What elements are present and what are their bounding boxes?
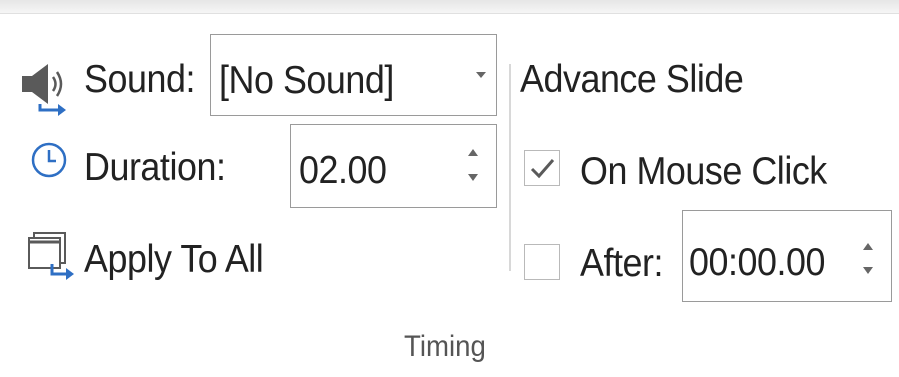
duration-spinbox[interactable]: 02.00 xyxy=(290,124,497,208)
sound-dropdown[interactable]: [No Sound] xyxy=(210,34,497,116)
spin-up-icon[interactable] xyxy=(468,149,478,156)
group-divider xyxy=(509,64,511,271)
chevron-down-icon[interactable] xyxy=(476,72,486,78)
after-checkbox[interactable] xyxy=(524,244,560,280)
after-time-value: 00:00.00 xyxy=(689,241,825,284)
duration-label: Duration: xyxy=(84,146,226,189)
group-title: Timing xyxy=(404,330,486,363)
clock-icon xyxy=(29,140,69,185)
checkmark-icon xyxy=(530,158,554,178)
advance-slide-heading: Advance Slide xyxy=(520,58,744,101)
sound-dropdown-value: [No Sound] xyxy=(219,59,394,102)
duration-value: 02.00 xyxy=(299,149,387,192)
after-time-spinbox[interactable]: 00:00.00 xyxy=(682,210,892,302)
sound-label: Sound: xyxy=(84,58,195,101)
spin-up-icon[interactable] xyxy=(863,243,873,250)
after-label: After: xyxy=(580,242,663,285)
on-mouse-click-label: On Mouse Click xyxy=(580,150,827,193)
spin-down-icon[interactable] xyxy=(863,267,873,274)
ribbon-top-edge xyxy=(0,0,899,14)
apply-to-all-icon[interactable] xyxy=(24,228,82,291)
on-mouse-click-checkbox[interactable] xyxy=(524,150,560,186)
apply-to-all-button[interactable]: Apply To All xyxy=(84,240,264,279)
speaker-icon xyxy=(14,60,80,123)
spin-down-icon[interactable] xyxy=(468,174,478,181)
